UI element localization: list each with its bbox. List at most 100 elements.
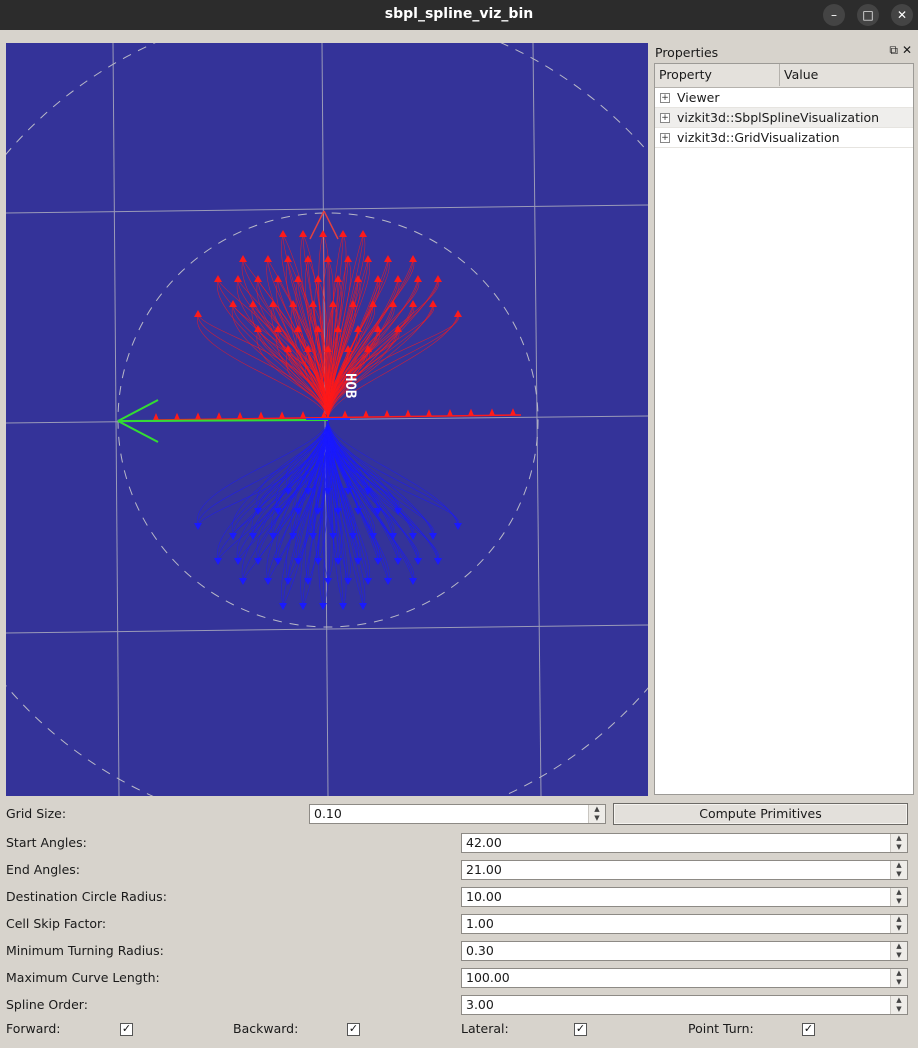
primitive-endpoint <box>214 558 222 565</box>
primitive-endpoint <box>194 523 202 530</box>
start-angles-spinbox[interactable]: 42.00 ▲ ▼ <box>461 833 908 853</box>
float-icon[interactable]: ⧉ <box>889 43 898 57</box>
lateral-checkbox[interactable]: ✓ <box>574 1023 587 1036</box>
forward-checkbox[interactable]: ✓ <box>120 1023 133 1036</box>
lateral-marker <box>363 410 369 418</box>
primitive-endpoint <box>194 310 202 317</box>
max-curve-length-spinbox[interactable]: 100.00 ▲ ▼ <box>461 968 908 988</box>
primitive-endpoint <box>234 275 242 282</box>
lateral-marker <box>237 411 243 419</box>
spin-arrows-icon[interactable]: ▲ ▼ <box>890 915 907 933</box>
expand-icon[interactable]: + <box>660 133 670 143</box>
primitive-endpoint <box>319 230 327 237</box>
backward-checkbox[interactable]: ✓ <box>347 1023 360 1036</box>
primitive-endpoint <box>344 255 352 262</box>
primitive-endpoint <box>454 310 462 317</box>
lateral-label: Lateral: <box>461 1021 509 1036</box>
cell-skip-factor-label: Cell Skip Factor: <box>6 916 107 931</box>
primitive-endpoint <box>264 255 272 262</box>
primitive-endpoint <box>274 275 282 282</box>
primitive-endpoint <box>299 603 307 610</box>
lateral-marker <box>300 410 306 418</box>
expand-icon[interactable]: + <box>660 113 670 123</box>
primitive-curve <box>327 419 414 536</box>
point-turn-checkbox[interactable]: ✓ <box>802 1023 815 1036</box>
primitive-endpoint <box>264 578 272 585</box>
destination-radius-spinbox[interactable]: 10.00 ▲ ▼ <box>461 887 908 907</box>
spline-order-label: Spline Order: <box>6 997 88 1012</box>
spin-arrows-icon[interactable]: ▲ ▼ <box>890 888 907 906</box>
spin-arrows-icon[interactable]: ▲ ▼ <box>890 834 907 852</box>
spin-arrows-icon[interactable]: ▲ ▼ <box>890 969 907 987</box>
minimize-icon[interactable]: – <box>823 4 845 26</box>
primitive-curve <box>327 304 415 421</box>
tree-item-grid-visualization[interactable]: + vizkit3d::GridVisualization <box>655 128 913 148</box>
primitive-curve <box>300 419 329 606</box>
spin-arrows-icon[interactable]: ▲ ▼ <box>890 942 907 960</box>
3d-viewport[interactable]: HOB <box>6 43 648 796</box>
dock-title: Properties <box>655 45 719 60</box>
min-turning-radius-spinbox[interactable]: 0.30 ▲ ▼ <box>461 941 908 961</box>
lateral-marker <box>405 409 411 417</box>
lateral-marker <box>258 411 264 419</box>
primitive-endpoint <box>409 255 417 262</box>
lateral-marker <box>447 408 453 416</box>
close-icon[interactable]: ✕ <box>891 4 913 26</box>
column-value[interactable]: Value <box>780 64 913 86</box>
primitive-curve <box>327 419 459 526</box>
scene-canvas[interactable]: HOB <box>6 43 648 796</box>
primitive-endpoint <box>234 558 242 565</box>
title-bar: sbpl_spline_viz_bin – □ ✕ <box>0 0 918 30</box>
lateral-marker <box>216 412 222 420</box>
properties-dock: Properties ⧉ ✕ Property Value + Viewer + … <box>652 43 916 796</box>
primitive-curve <box>327 259 414 421</box>
primitive-curve <box>327 419 459 526</box>
primitive-endpoint <box>374 558 382 565</box>
spline-order-spinbox[interactable]: 3.00 ▲ ▼ <box>461 995 908 1015</box>
primitive-curve <box>327 419 415 536</box>
lateral-marker <box>174 412 180 420</box>
spin-arrows-icon[interactable]: ▲ ▼ <box>890 996 907 1014</box>
column-property[interactable]: Property <box>655 64 780 86</box>
start-angles-label: Start Angles: <box>6 835 87 850</box>
cell-skip-factor-spinbox[interactable]: 1.00 ▲ ▼ <box>461 914 908 934</box>
backward-label: Backward: <box>233 1021 299 1036</box>
property-tree[interactable]: Property Value + Viewer + vizkit3d::Sbpl… <box>654 63 914 795</box>
spin-arrows-icon[interactable]: ▲ ▼ <box>588 805 605 823</box>
primitive-endpoint <box>384 578 392 585</box>
primitive-endpoint <box>384 255 392 262</box>
destination-radius-label: Destination Circle Radius: <box>6 889 167 904</box>
forward-label: Forward: <box>6 1021 61 1036</box>
primitive-endpoint <box>299 230 307 237</box>
spin-arrows-icon[interactable]: ▲ ▼ <box>890 861 907 879</box>
primitive-endpoint <box>429 300 437 307</box>
primitive-endpoint <box>414 275 422 282</box>
primitive-endpoint <box>339 230 347 237</box>
lateral-marker <box>153 413 159 420</box>
primitive-endpoint <box>239 578 247 585</box>
primitive-endpoint <box>429 533 437 540</box>
maximize-icon[interactable]: □ <box>857 4 879 26</box>
primitive-curve <box>327 259 414 421</box>
tree-item-spline-visualization[interactable]: + vizkit3d::SbplSplineVisualization <box>655 108 913 128</box>
lateral-marker <box>279 411 285 419</box>
primitive-endpoint <box>394 558 402 565</box>
primitive-endpoint <box>409 578 417 585</box>
tree-item-viewer[interactable]: + Viewer <box>655 88 913 108</box>
primitive-endpoint <box>409 300 417 307</box>
primitive-curve <box>327 304 414 421</box>
primitive-endpoint <box>344 578 352 585</box>
primitive-endpoint <box>319 603 327 610</box>
primitive-curve <box>327 304 414 421</box>
robot-label: HOB <box>342 373 358 398</box>
end-angles-label: End Angles: <box>6 862 81 877</box>
dock-close-icon[interactable]: ✕ <box>902 43 912 57</box>
primitive-endpoint <box>454 523 462 530</box>
primitive-endpoint <box>284 255 292 262</box>
primitive-endpoint <box>359 230 367 237</box>
expand-icon[interactable]: + <box>660 93 670 103</box>
compute-primitives-button[interactable]: Compute Primitives <box>613 803 908 825</box>
lateral-marker <box>384 409 390 417</box>
end-angles-spinbox[interactable]: 21.00 ▲ ▼ <box>461 860 908 880</box>
grid-size-spinbox[interactable]: 0.10 ▲ ▼ <box>309 804 606 824</box>
